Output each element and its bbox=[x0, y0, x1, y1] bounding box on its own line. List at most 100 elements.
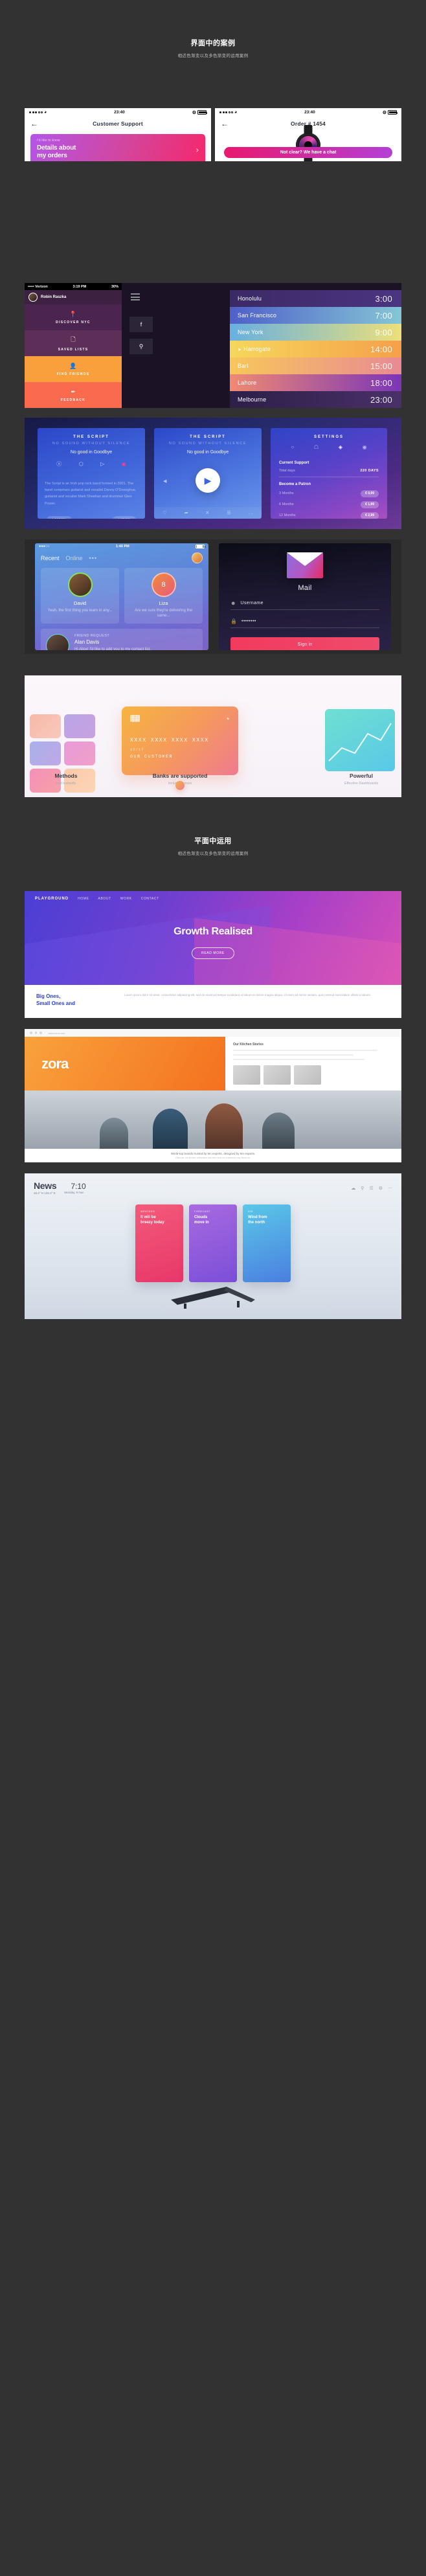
text-line bbox=[233, 1059, 365, 1060]
nav-link-home[interactable]: HOME bbox=[78, 897, 89, 901]
news-card[interactable]: FORECAST Clouds move in bbox=[189, 1204, 237, 1283]
minimize-icon[interactable] bbox=[34, 1032, 37, 1034]
plan-row[interactable]: 12 Months € 2,99 bbox=[279, 512, 379, 519]
shuffle-icon[interactable]: ⬡ bbox=[79, 461, 84, 467]
header-icons: ☁ ⚲ ☰ ⚙ ⋯ bbox=[351, 1186, 392, 1191]
hamburger-icon[interactable] bbox=[131, 293, 140, 300]
card-tag: AIR bbox=[248, 1210, 253, 1214]
clock-row[interactable]: Melbourne 23:00 bbox=[230, 391, 401, 408]
signin-button[interactable]: Sign in bbox=[230, 637, 379, 650]
menu-icon[interactable]: ☰ bbox=[369, 1186, 373, 1191]
nav-link-contact[interactable]: CONTACT bbox=[141, 897, 159, 901]
contact-name: David bbox=[73, 600, 87, 606]
signal-icon: ●●●○○ bbox=[39, 545, 50, 548]
cloud-icon[interactable]: ☁ bbox=[351, 1186, 355, 1191]
status-time: 3:19 PM bbox=[73, 284, 87, 289]
bookmark-icon[interactable]: ☖ bbox=[314, 444, 319, 450]
clock-city: Bari bbox=[238, 363, 249, 369]
profile-row[interactable]: Robin Raszka bbox=[25, 290, 122, 304]
list-icon: 🗋 bbox=[71, 336, 76, 343]
more-icon[interactable]: ⋯ bbox=[388, 1186, 392, 1191]
back-button[interactable]: ← bbox=[221, 120, 229, 128]
clock-row[interactable]: Honolulu 3:00 bbox=[230, 290, 401, 307]
more-icon[interactable]: ••• bbox=[89, 555, 97, 561]
screen-mail-login: Mail ☻ Username 🔒 •••••••• Sign in Don't… bbox=[219, 543, 391, 650]
circle-icon[interactable]: ○ bbox=[291, 444, 294, 450]
back-button[interactable]: ← bbox=[30, 120, 38, 128]
lastfm-button[interactable]: LAST.FM bbox=[47, 515, 72, 519]
caption-sub: Effective Dashboards bbox=[344, 782, 379, 785]
tab-recent[interactable]: Recent bbox=[41, 555, 60, 561]
kitchen-photo bbox=[25, 1090, 401, 1149]
news-card[interactable]: AIR Wind from the north bbox=[243, 1204, 291, 1283]
contact-name: Liza bbox=[159, 600, 168, 606]
more-icon[interactable]: … bbox=[249, 511, 253, 515]
bluetooth-icon: ⚙ bbox=[192, 110, 196, 115]
support-card-list: I'd like to know Details about my orders … bbox=[25, 131, 211, 161]
clock-icon[interactable]: ◉ bbox=[363, 444, 367, 450]
clock-row[interactable]: Lahore 18:00 bbox=[230, 374, 401, 391]
clock-row[interactable]: Bari 15:00 bbox=[230, 357, 401, 374]
conversation-grid: David Yeah, the first thing you learn in… bbox=[35, 563, 208, 624]
zora-side-panel: Our Kitchen Stories bbox=[225, 1037, 401, 1090]
clock-time: 7:00 bbox=[375, 310, 392, 321]
plan-row[interactable]: 6 Months € 1,99 bbox=[279, 501, 379, 508]
plan-row[interactable]: 3 Months € 0,99 bbox=[279, 490, 379, 497]
avatar bbox=[67, 572, 93, 597]
avatar: 8 bbox=[151, 572, 176, 597]
read-more-button[interactable]: READ MORE bbox=[192, 947, 234, 959]
card-eyebrow: I'd like to know bbox=[37, 139, 60, 142]
record-icon[interactable]: ◉ bbox=[122, 461, 126, 467]
nav-link-work[interactable]: WORK bbox=[120, 897, 132, 901]
screen-settings: SETTINGS ○ ☖ ◈ ◉ Current Support Total d… bbox=[271, 428, 387, 519]
password-value: •••••••• bbox=[241, 619, 256, 624]
conversation-card-liza[interactable]: 8 Liza Are we sure they're delivering th… bbox=[124, 568, 203, 624]
play-button[interactable]: ▶ bbox=[196, 468, 220, 493]
thumbnail[interactable] bbox=[294, 1065, 321, 1085]
heart-icon[interactable]: ♡ bbox=[163, 510, 166, 515]
caption-powerful: Powerful Effective Dashboards bbox=[322, 773, 400, 785]
nav-link-about[interactable]: ABOUT bbox=[98, 897, 111, 901]
close-icon[interactable] bbox=[30, 1032, 32, 1034]
close-icon[interactable]: ✕ bbox=[206, 510, 210, 515]
maximize-icon[interactable] bbox=[39, 1032, 42, 1034]
news-card[interactable]: WEATHER It will be breezy today bbox=[135, 1204, 183, 1283]
clock-row-current[interactable]: ➤ Harrogate 14:00 bbox=[230, 341, 401, 357]
username-field[interactable]: ☻ Username bbox=[230, 600, 379, 610]
list-icon[interactable]: ☰ bbox=[227, 510, 230, 515]
zora-hero: zora bbox=[25, 1037, 225, 1090]
card-title: Details about my orders bbox=[37, 144, 76, 160]
play-icon[interactable]: ▷ bbox=[100, 461, 104, 467]
card-headline: Wind from the north bbox=[248, 1215, 267, 1225]
clock-row[interactable]: New York 9:00 bbox=[230, 324, 401, 341]
site-logo[interactable]: PLAYGROUND bbox=[35, 897, 69, 901]
address-bar[interactable]: www.zora.com bbox=[49, 1032, 65, 1035]
sidebar-item-discover-nyc[interactable]: 📍 DISCOVER NYC bbox=[25, 304, 122, 330]
search-icon[interactable]: ⚲ bbox=[361, 1186, 364, 1191]
thumbnail[interactable] bbox=[233, 1065, 260, 1085]
password-field[interactable]: 🔒 •••••••• bbox=[230, 618, 379, 628]
mockup-row-nyc-clocks: ••••• Verizon 3:19 PM 30% Robin Raszka 📍… bbox=[25, 283, 401, 408]
search-icon[interactable]: ⚲ bbox=[129, 339, 153, 354]
sidebar-item-feedback[interactable]: ✒ FEEDBACK bbox=[25, 382, 122, 408]
status-time: 23:40 bbox=[304, 110, 315, 115]
support-card-orders[interactable]: I'd like to know Details about my orders … bbox=[30, 134, 205, 161]
prev-icon[interactable]: ◀ bbox=[163, 479, 166, 484]
conversation-card-david[interactable]: David Yeah, the first thing you learn in… bbox=[41, 568, 119, 624]
facebook-icon[interactable]: f bbox=[129, 317, 153, 332]
sidebar-item-find-friends[interactable]: 👤 FIND FRIENDS bbox=[25, 356, 122, 382]
settings-icon[interactable]: ⚙ bbox=[379, 1186, 383, 1191]
lyrics-button[interactable]: LYRICS bbox=[113, 515, 136, 519]
share-icon[interactable]: ➦ bbox=[185, 510, 188, 515]
diamond-icon[interactable]: ◈ bbox=[339, 444, 342, 450]
person-figure bbox=[262, 1113, 295, 1149]
status-bar: ●●●○○ 1:40 PM bbox=[35, 543, 208, 550]
thumbnail[interactable] bbox=[263, 1065, 291, 1085]
clock-row[interactable]: San Francisco 7:00 bbox=[230, 307, 401, 324]
plan-price: € 1,99 bbox=[361, 501, 379, 508]
avatar[interactable] bbox=[192, 552, 203, 563]
chat-button[interactable]: Not clear? We have a chat bbox=[224, 147, 392, 158]
sidebar-item-saved-lists[interactable]: 🗋 SAVED LISTS bbox=[25, 330, 122, 356]
close-icon[interactable]: ⓧ bbox=[56, 460, 62, 468]
tab-online[interactable]: Online bbox=[66, 555, 83, 561]
